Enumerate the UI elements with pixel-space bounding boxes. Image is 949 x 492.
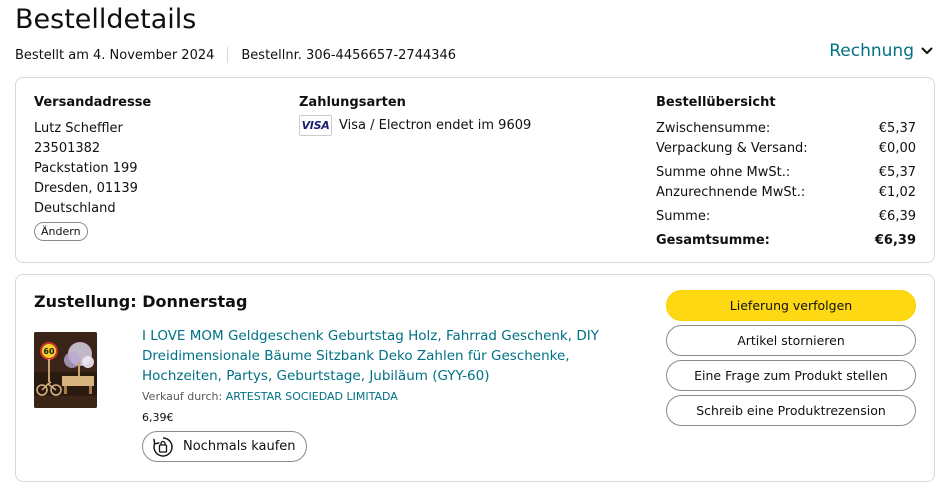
buy-again-label: Nochmals kaufen bbox=[183, 439, 296, 454]
product-price: 6,39€ bbox=[142, 411, 174, 424]
address-line: Packstation 199 bbox=[34, 161, 138, 176]
chevron-down-icon bbox=[921, 47, 933, 54]
grand-total-row: Gesamtsumme: €6,39 bbox=[656, 231, 916, 251]
summary-label: Verpackung & Versand: bbox=[656, 141, 808, 156]
buy-again-button[interactable]: Nochmals kaufen bbox=[142, 431, 307, 462]
write-review-button[interactable]: Schreib eine Produktrezension bbox=[666, 395, 916, 426]
sold-by-label: Verkauf durch: bbox=[142, 390, 223, 403]
order-number: Bestellnr. 306-4456657-2744346 bbox=[241, 47, 457, 63]
invoice-link[interactable]: Rechnung bbox=[829, 41, 934, 61]
address-line: 23501382 bbox=[34, 141, 101, 156]
summary-row: Summe ohne MwSt.: €5,37 bbox=[656, 163, 916, 183]
visa-card-icon: VISA bbox=[299, 115, 332, 136]
divider bbox=[227, 47, 229, 63]
change-address-button[interactable]: Ändern bbox=[34, 222, 88, 241]
grand-total-label: Gesamtsumme: bbox=[656, 233, 770, 248]
summary-row: Zwischensumme: €5,37 bbox=[656, 119, 916, 139]
delivery-heading: Zustellung: Donnerstag bbox=[34, 292, 248, 311]
seller-link[interactable]: ARTESTAR SOCIEDAD LIMITADA bbox=[226, 390, 398, 403]
buy-again-icon bbox=[153, 436, 173, 457]
summary-label: Summe: bbox=[656, 209, 711, 224]
payment-heading: Zahlungsarten bbox=[299, 95, 406, 110]
product-title-link[interactable]: I LOVE MOM Geldgeschenk Geburtstag Holz,… bbox=[142, 326, 642, 386]
summary-value: €6,39 bbox=[878, 209, 916, 224]
summary-value: €0,00 bbox=[878, 141, 916, 156]
summary-heading: Bestellübersicht bbox=[656, 95, 776, 110]
page-title: Bestelldetails bbox=[15, 4, 197, 35]
summary-label: Anzurechnende MwSt.: bbox=[656, 185, 806, 200]
address-line: Lutz Scheffler bbox=[34, 121, 123, 136]
summary-row: Anzurechnende MwSt.: €1,02 bbox=[656, 183, 916, 203]
summary-row: Summe: €6,39 bbox=[656, 207, 916, 227]
product-image[interactable]: 60 bbox=[34, 332, 97, 408]
summary-value: €5,37 bbox=[878, 165, 916, 180]
order-info-card: Versandadresse Lutz Scheffler 23501382 P… bbox=[15, 77, 935, 263]
shipping-heading: Versandadresse bbox=[34, 95, 152, 110]
order-meta: Bestellt am 4. November 2024 Bestellnr. … bbox=[15, 47, 456, 63]
shipping-address: Lutz Scheffler 23501382 Packstation 199 … bbox=[34, 119, 138, 219]
summary-value: €5,37 bbox=[878, 121, 916, 136]
order-summary: Zwischensumme: €5,37 Verpackung & Versan… bbox=[656, 119, 916, 251]
svg-text:60: 60 bbox=[43, 347, 55, 356]
summary-label: Summe ohne MwSt.: bbox=[656, 165, 791, 180]
track-package-button[interactable]: Lieferung verfolgen bbox=[666, 290, 916, 321]
summary-row: Verpackung & Versand: €0,00 bbox=[656, 139, 916, 159]
address-line: Dresden, 01139 bbox=[34, 181, 138, 196]
order-date: Bestellt am 4. November 2024 bbox=[15, 47, 215, 63]
cancel-items-button[interactable]: Artikel stornieren bbox=[666, 325, 916, 356]
summary-label: Zwischensumme: bbox=[656, 121, 771, 136]
invoice-label: Rechnung bbox=[829, 41, 914, 61]
ask-product-question-button[interactable]: Eine Frage zum Produkt stellen bbox=[666, 360, 916, 391]
delivery-actions: Lieferung verfolgen Artikel stornieren E… bbox=[666, 290, 916, 430]
payment-description: Visa / Electron endet im 9609 bbox=[339, 118, 532, 133]
payment-method: VISA Visa / Electron endet im 9609 bbox=[299, 115, 531, 136]
grand-total-value: €6,39 bbox=[874, 233, 916, 248]
summary-value: €1,02 bbox=[878, 185, 916, 200]
address-line: Deutschland bbox=[34, 201, 116, 216]
delivery-card: Zustellung: Donnerstag 60 I LOVE MOM Gel… bbox=[15, 274, 935, 482]
seller-info: Verkauf durch: ARTESTAR SOCIEDAD LIMITAD… bbox=[142, 390, 398, 403]
